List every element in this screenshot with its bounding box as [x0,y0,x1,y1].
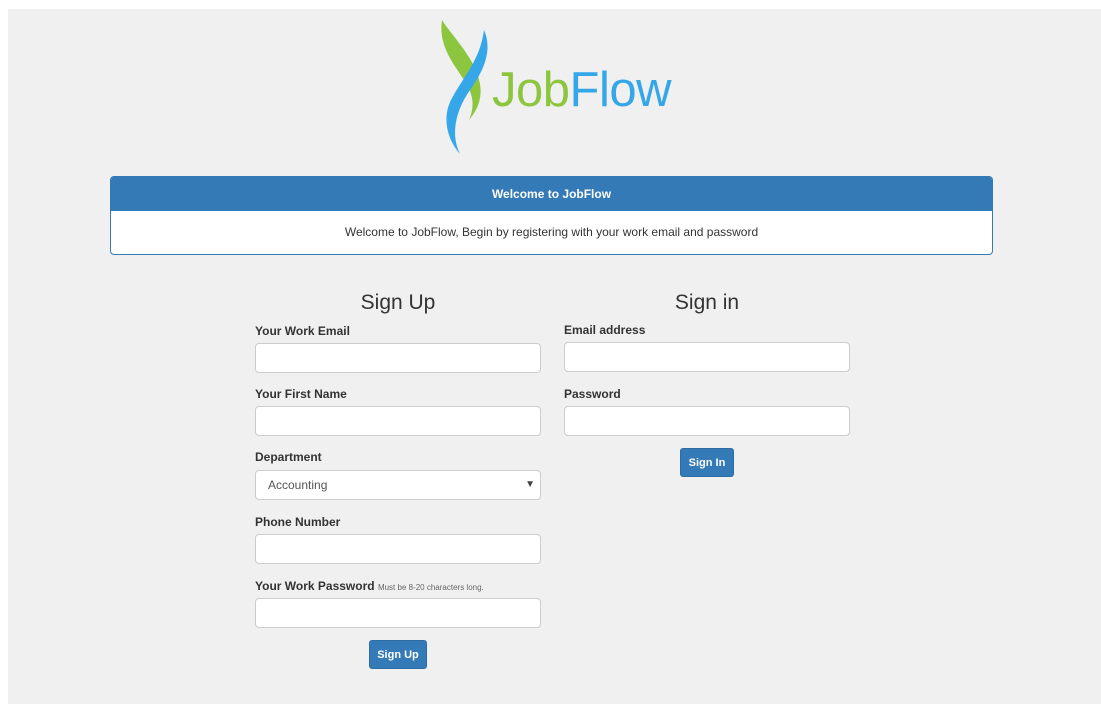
signup-title: Sign Up [360,291,436,314]
sign-in-button[interactable]: Sign In [680,448,734,477]
phone-label: Phone Number [255,515,341,529]
first-name-field[interactable] [255,406,541,436]
password-field[interactable] [564,406,850,436]
sign-up-button[interactable]: Sign Up [369,640,427,669]
welcome-panel-body: Welcome to JobFlow, Begin by registering… [344,225,759,239]
password-hint: Must be 8-20 characters long. [377,583,484,592]
email-address-label: Email address [564,323,646,337]
welcome-panel-heading: Welcome to JobFlow [111,177,992,211]
email-address-field[interactable] [564,342,850,372]
signin-title: Sign in [674,291,740,314]
first-name-label: Your First Name [255,387,347,401]
work-password-label: Your Work Password Must be 8-20 characte… [255,579,484,593]
signin-form: Sign in Email address Password Sign In [564,9,850,704]
caret-down-icon: ▼ [525,479,535,490]
department-label: Department [255,450,322,464]
work-email-field[interactable] [255,343,541,373]
signup-form: Sign Up Your Work Email Your First Name … [255,9,541,704]
department-select[interactable]: Accounting ▼ [255,470,541,500]
department-selected-value: Accounting [268,478,328,492]
welcome-panel: Welcome to JobFlow Welcome to JobFlow, B… [110,176,993,255]
work-password-field[interactable] [255,598,541,628]
work-email-label: Your Work Email [255,324,350,338]
work-password-label-text: Your Work Password [255,579,375,593]
phone-field[interactable] [255,534,541,564]
password-label: Password [564,387,621,401]
page-background: JobFlow Welcome to JobFlow Welcome to Jo… [8,9,1101,704]
